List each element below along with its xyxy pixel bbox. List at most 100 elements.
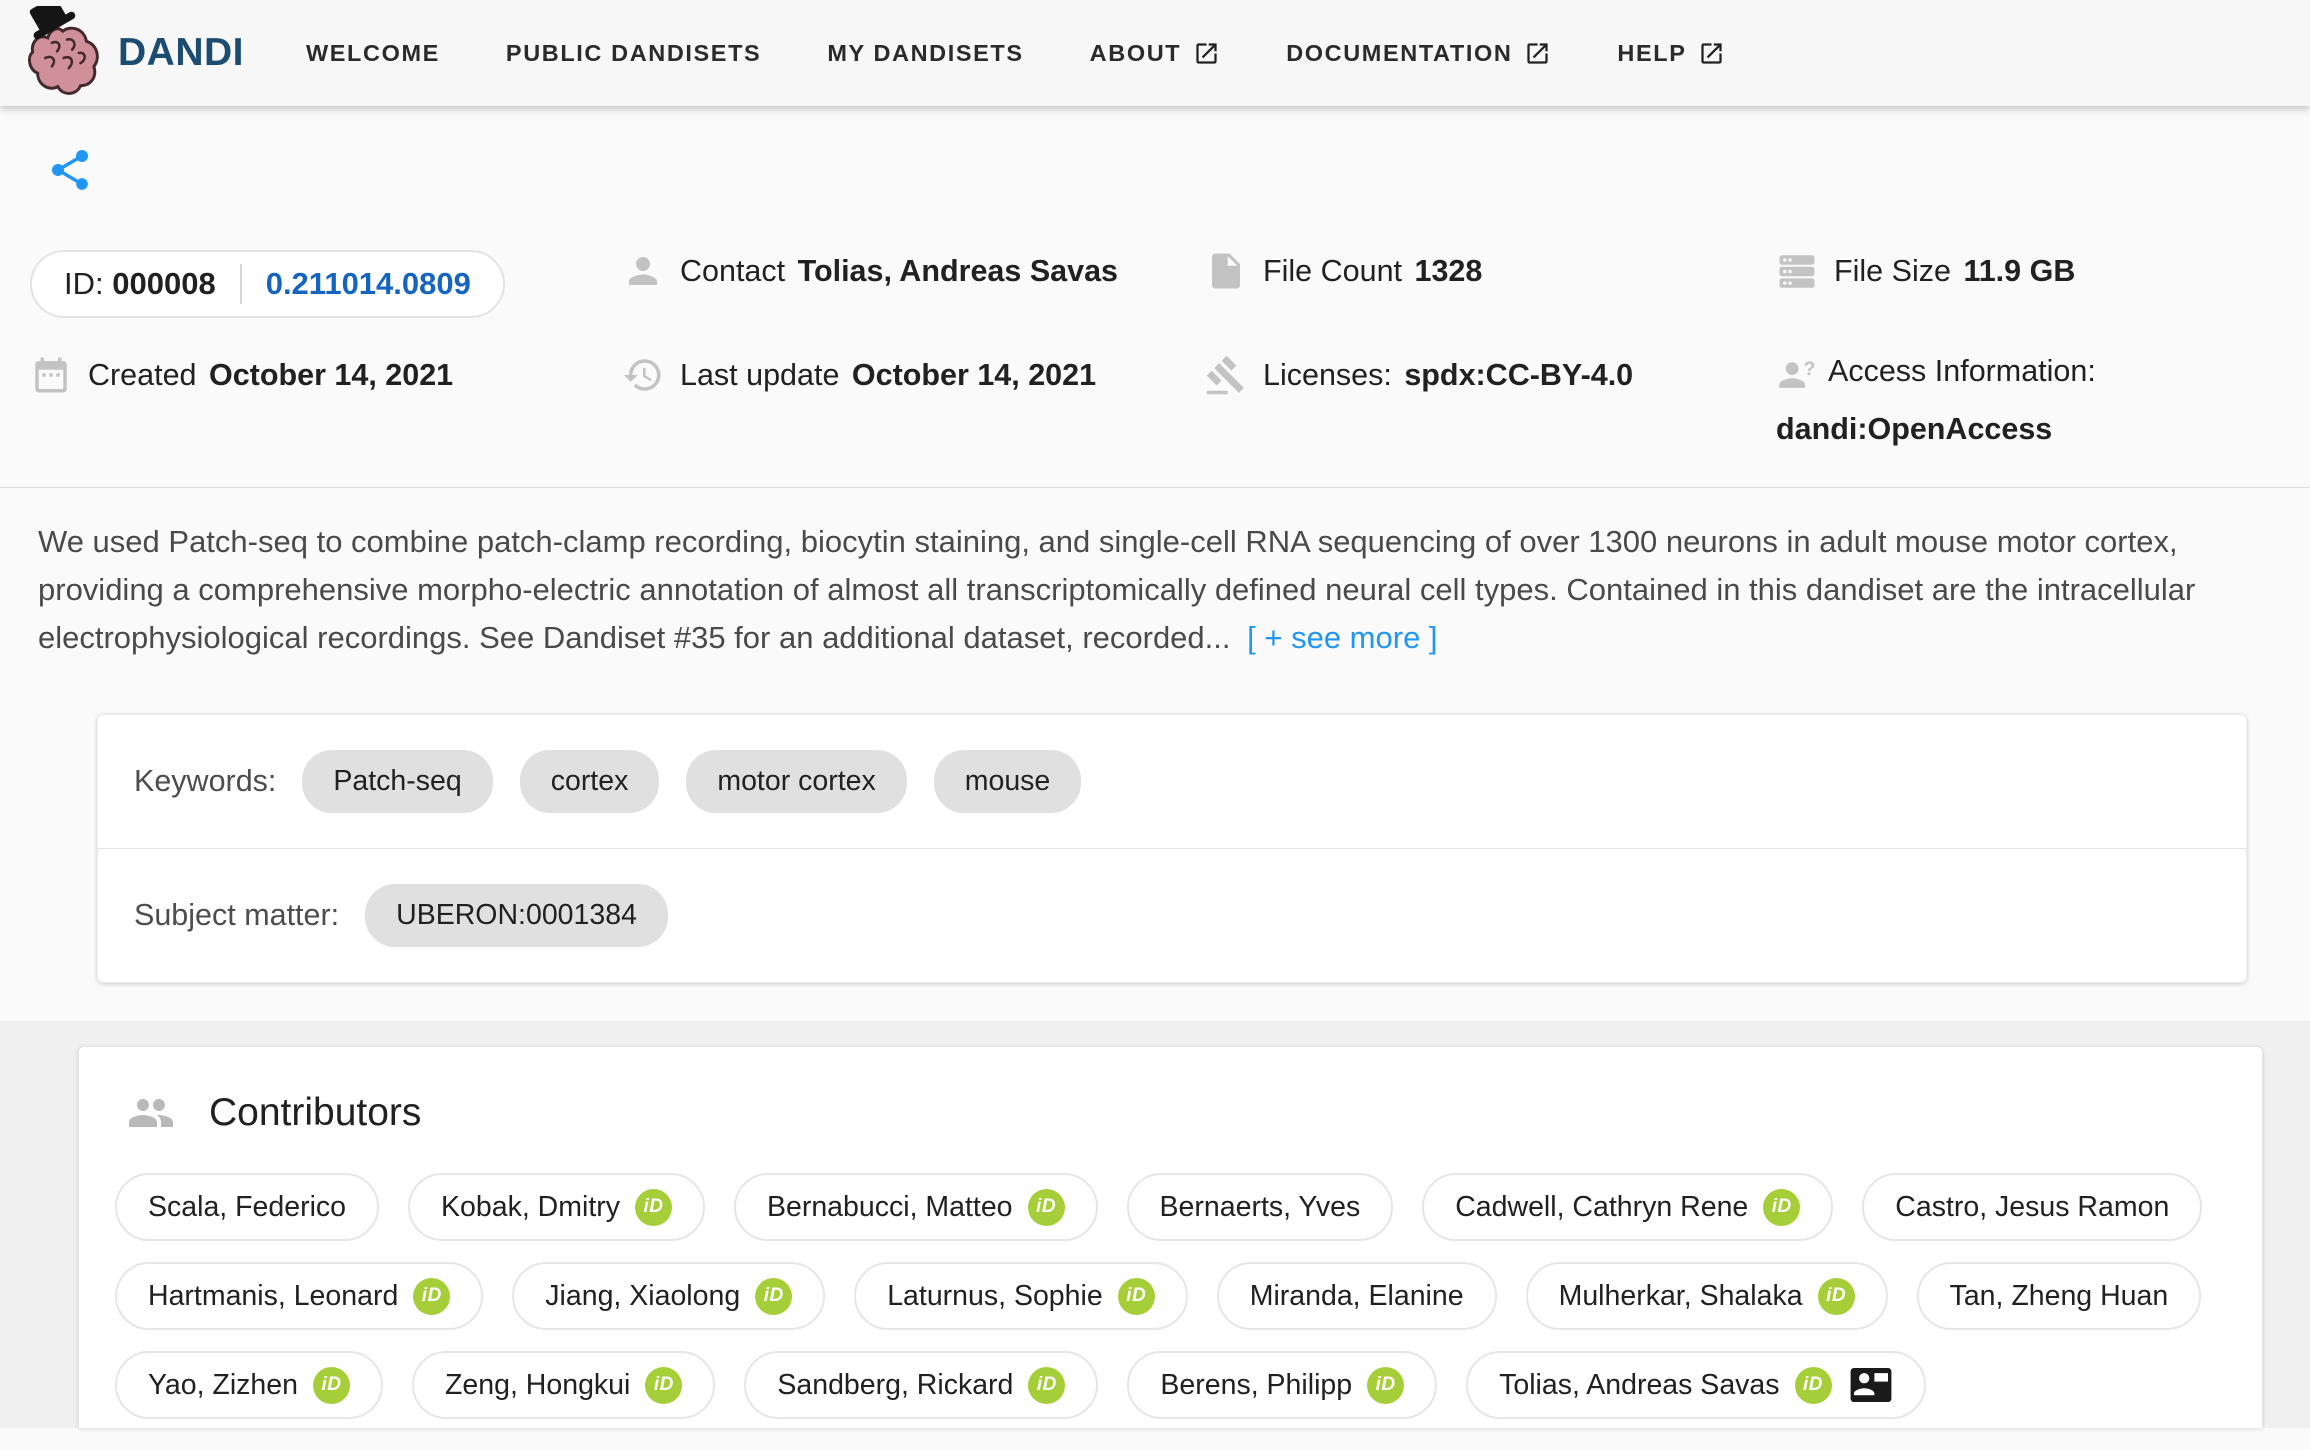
subject-matter-chip[interactable]: UBERON:0001384: [365, 884, 668, 947]
dandiset-id-badge[interactable]: ID: 000008 0.211014.0809: [30, 250, 505, 318]
id-cell: ID: 000008 0.211014.0809: [30, 250, 622, 318]
keyword-chip[interactable]: cortex: [520, 750, 660, 813]
history-icon: [622, 354, 664, 396]
keyword-chip[interactable]: motor cortex: [686, 750, 906, 813]
contributor-name: Bernaerts, Yves: [1160, 1191, 1361, 1224]
contributor-chip[interactable]: Mulherkar, Shalaka iD: [1526, 1262, 1888, 1330]
nav-documentation[interactable]: DOCUMENTATION: [1286, 40, 1551, 67]
contributor-chip[interactable]: Scala, Federico: [115, 1173, 379, 1241]
access-label: Access Information:: [1828, 354, 2096, 389]
metadata-grid: ID: 000008 0.211014.0809 Contact Tolias,…: [0, 250, 2310, 447]
contributor-name: Tan, Zheng Huan: [1950, 1280, 2169, 1313]
contributor-name: Scala, Federico: [148, 1191, 346, 1224]
contributor-name: Bernabucci, Matteo: [767, 1191, 1013, 1224]
storage-icon: [1776, 250, 1818, 292]
contributor-chip[interactable]: Hartmanis, Leonard iD: [115, 1262, 483, 1330]
contributor-chip[interactable]: Berens, Philipp iD: [1127, 1351, 1437, 1419]
person-icon: [622, 250, 664, 292]
brand-name: DANDI: [118, 31, 244, 75]
nav-documentation-label: DOCUMENTATION: [1286, 40, 1512, 67]
contributor-chip[interactable]: Cadwell, Cathryn Rene iD: [1422, 1173, 1833, 1241]
dandiset-page: ID: 000008 0.211014.0809 Contact Tolias,…: [0, 106, 2310, 1428]
orcid-icon[interactable]: iD: [1818, 1278, 1855, 1315]
contributor-name: Zeng, Hongkui: [445, 1369, 630, 1402]
contributors-title: Contributors: [209, 1091, 421, 1135]
contributor-chip[interactable]: Yao, ZizheniD: [115, 1351, 383, 1419]
contributor-chip[interactable]: Jiang, Xiaolong iD: [512, 1262, 825, 1330]
contributor-name: Laturnus, Sophie: [887, 1280, 1103, 1313]
contributor-chip[interactable]: Tolias, Andreas SavasiD: [1466, 1351, 1925, 1419]
file-count-cell: File Count 1328: [1205, 250, 1776, 292]
contributor-row: Hartmanis, LeonardiDJiang, XiaolongiDLat…: [115, 1262, 2232, 1330]
subject-matter-row: Subject matter: UBERON:0001384: [98, 848, 2246, 982]
nav-welcome[interactable]: WELCOME: [306, 40, 440, 67]
last-update-text: Last update October 14, 2021: [680, 358, 1096, 393]
contributor-name: Jiang, Xiaolong: [545, 1280, 740, 1313]
contributor-chip[interactable]: Miranda, Elanine: [1217, 1262, 1497, 1330]
contact-card-icon: [1849, 1368, 1893, 1402]
file-size-text: File Size 11.9 GB: [1834, 254, 2075, 289]
id-label: ID: 000008: [64, 266, 216, 302]
contributor-name: Hartmanis, Leonard: [148, 1280, 398, 1313]
contributor-chip[interactable]: Bernaerts, Yves: [1127, 1173, 1394, 1241]
orcid-icon[interactable]: iD: [1118, 1278, 1155, 1315]
orcid-icon[interactable]: iD: [1763, 1189, 1800, 1226]
created-cell: Created October 14, 2021: [30, 354, 622, 396]
contributor-chip[interactable]: Bernabucci, Matteo iD: [734, 1173, 1098, 1241]
share-row: [0, 106, 2310, 196]
orcid-icon[interactable]: iD: [645, 1367, 682, 1404]
created-text: Created October 14, 2021: [88, 358, 453, 393]
subject-matter-label: Subject matter:: [134, 898, 339, 933]
orcid-icon[interactable]: iD: [1028, 1367, 1065, 1404]
licenses-text: Licenses: spdx:CC-BY-4.0: [1263, 358, 1633, 393]
contributor-row: Yao, ZizheniDZeng, HongkuiiDSandberg, Ri…: [115, 1351, 2232, 1419]
description: We used Patch-seq to combine patch-clamp…: [38, 518, 2268, 662]
nav-public-dandisets[interactable]: PUBLIC DANDISETS: [506, 40, 761, 67]
external-link-icon: [1193, 40, 1220, 67]
share-icon[interactable]: [46, 146, 94, 194]
contributor-name: Berens, Philipp: [1160, 1369, 1352, 1402]
keywords-row: Keywords: Patch-seqcortexmotor cortexmou…: [98, 715, 2246, 848]
orcid-icon[interactable]: iD: [1367, 1367, 1404, 1404]
people-icon: [127, 1089, 175, 1137]
main-nav: WELCOME PUBLIC DANDISETS MY DANDISETS AB…: [306, 40, 1725, 67]
contributor-name: Castro, Jesus Ramon: [1895, 1191, 2169, 1224]
contributor-chip[interactable]: Laturnus, Sophie iD: [854, 1262, 1188, 1330]
see-more-link[interactable]: [ + see more ]: [1247, 620, 1437, 655]
contributor-name: Sandberg, Rickard: [777, 1369, 1013, 1402]
contributor-chip[interactable]: Tan, Zheng Huan: [1917, 1262, 2202, 1330]
contributors-header: Contributors: [115, 1089, 2232, 1137]
orcid-icon[interactable]: iD: [755, 1278, 792, 1315]
orcid-icon[interactable]: iD: [313, 1367, 350, 1404]
brand[interactable]: DANDI: [20, 6, 244, 100]
contributor-chip[interactable]: Castro, Jesus Ramon: [1862, 1173, 2202, 1241]
keyword-chip[interactable]: mouse: [934, 750, 1082, 813]
subject-chip-set: UBERON:0001384: [365, 884, 668, 947]
version-link[interactable]: 0.211014.0809: [266, 266, 471, 302]
contributor-name: Mulherkar, Shalaka: [1559, 1280, 1803, 1313]
contributor-name: Miranda, Elanine: [1250, 1280, 1464, 1313]
gavel-icon: [1205, 354, 1247, 396]
keyword-chip[interactable]: Patch-seq: [302, 750, 492, 813]
contributors-list: Scala, Federico Kobak, DmitryiD Bernabucci…: [115, 1173, 2232, 1419]
licenses-cell: Licenses: spdx:CC-BY-4.0: [1205, 354, 1776, 396]
dandi-brain-logo-icon: [20, 6, 104, 100]
orcid-icon[interactable]: iD: [635, 1189, 672, 1226]
nav-about[interactable]: ABOUT: [1090, 40, 1221, 67]
orcid-icon[interactable]: iD: [1028, 1189, 1065, 1226]
contributor-chip[interactable]: Zeng, Hongkui iD: [412, 1351, 715, 1419]
contact-cell: Contact Tolias, Andreas Savas: [622, 250, 1205, 292]
orcid-icon[interactable]: iD: [413, 1278, 450, 1315]
nav-about-label: ABOUT: [1090, 40, 1182, 67]
contributor-row: Scala, Federico Kobak, DmitryiD Bernabucci…: [115, 1173, 2232, 1241]
contributor-name: Cadwell, Cathryn Rene: [1455, 1191, 1748, 1224]
contributor-chip[interactable]: Sandberg, Rickard iD: [744, 1351, 1098, 1419]
svg-text:?: ?: [1803, 358, 1815, 380]
contributor-chip[interactable]: Kobak, DmitryiD: [408, 1173, 705, 1241]
nav-my-dandisets[interactable]: MY DANDISETS: [827, 40, 1023, 67]
person-question-icon: ?: [1776, 354, 1818, 396]
orcid-icon[interactable]: iD: [1795, 1367, 1832, 1404]
file-size-cell: File Size 11.9 GB: [1776, 250, 2310, 292]
nav-help[interactable]: HELP: [1617, 40, 1725, 67]
nav-help-label: HELP: [1617, 40, 1686, 67]
